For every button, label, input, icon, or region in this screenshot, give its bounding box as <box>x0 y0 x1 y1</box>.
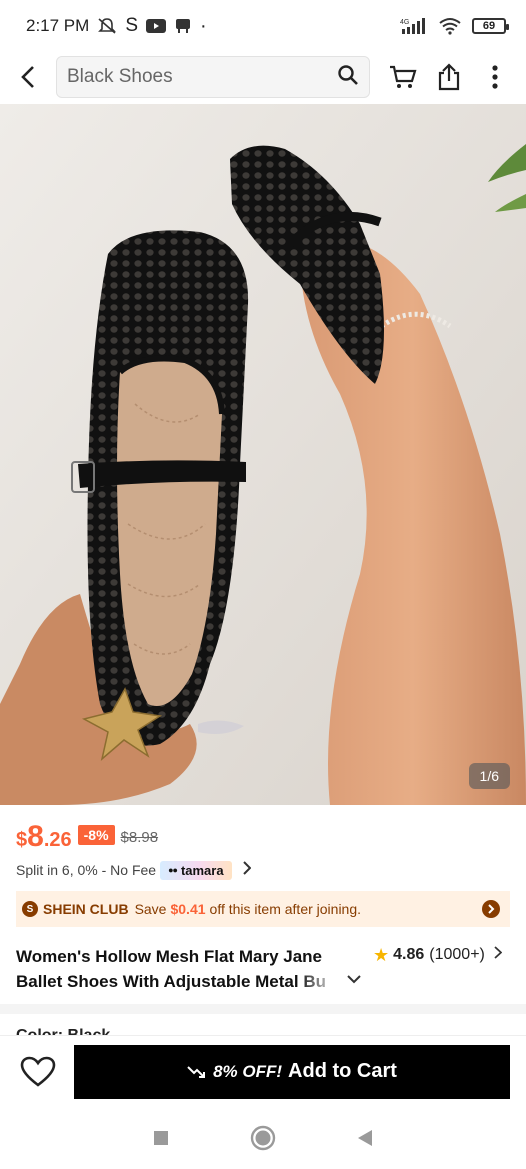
system-nav-bar <box>0 1107 526 1169</box>
status-time: 2:17 PM <box>26 16 90 35</box>
recents-button[interactable] <box>141 1118 181 1158</box>
add-to-cart-button[interactable]: 8% OFF! Add to Cart <box>74 1044 510 1099</box>
star-icon: ★ <box>373 945 390 965</box>
store-icon <box>174 18 192 34</box>
product-title[interactable]: Women's Hollow Mesh Flat Mary Jane Balle… <box>16 944 361 994</box>
signal-icon: 4G <box>398 17 428 35</box>
status-bar: 2:17 PM S · 4G 69 <box>0 0 526 52</box>
tamara-label: tamara <box>180 862 224 878</box>
more-notifications-dot-icon: · <box>200 14 207 37</box>
tamara-badge: ●● tamara <box>160 860 232 880</box>
discount-badge: -8% <box>77 825 115 845</box>
price-currency: $ <box>16 829 28 851</box>
trend-down-icon <box>187 1065 206 1078</box>
shein-club-banner[interactable]: S SHEIN CLUB Save $0.41 off this item af… <box>16 891 510 927</box>
system-back-button[interactable] <box>345 1118 385 1158</box>
youtube-icon <box>146 19 166 33</box>
club-save-amount: $0.41 <box>170 901 206 917</box>
more-options-button[interactable] <box>472 54 518 100</box>
back-button[interactable] <box>0 52 56 102</box>
product-title-row: Women's Hollow Mesh Flat Mary Jane Balle… <box>16 944 516 994</box>
club-name: SHEIN CLUB <box>43 901 129 917</box>
product-title-text: Women's Hollow Mesh Flat Mary Jane Balle… <box>16 947 326 991</box>
cart-button[interactable] <box>380 54 426 100</box>
nav-actions <box>380 54 518 100</box>
home-button[interactable] <box>243 1118 283 1158</box>
installments-text: Split in 6, 0% - No Fee <box>16 862 157 878</box>
wifi-icon <box>438 17 462 35</box>
share-button[interactable] <box>426 54 472 100</box>
club-save-prefix: Save <box>134 901 167 917</box>
search-input[interactable]: Black Shoes <box>56 56 370 98</box>
mute-notifications-icon <box>97 17 117 35</box>
image-page-indicator: 1/6 <box>468 763 510 789</box>
chevron-down-icon[interactable] <box>347 967 361 992</box>
battery-icon: 69 <box>472 18 509 34</box>
club-save-suffix: off this item after joining. <box>209 901 362 917</box>
cart-icon <box>390 65 417 88</box>
network-type: 4G <box>400 19 409 26</box>
price-decimal: .26 <box>43 829 72 851</box>
status-left: 2:17 PM S · <box>26 15 207 38</box>
more-vertical-icon <box>492 65 498 89</box>
s-app-icon: S <box>125 15 138 36</box>
status-right: 4G 69 <box>398 17 509 35</box>
product-photo <box>0 104 526 805</box>
club-logo-icon: S <box>22 901 38 917</box>
wishlist-button[interactable] <box>16 1050 60 1094</box>
cart-promo: 8% OFF! <box>213 1061 283 1081</box>
search-query: Black Shoes <box>67 66 173 87</box>
arrow-back-icon <box>21 66 34 88</box>
chevron-right-icon <box>494 946 503 964</box>
chevron-right-icon <box>242 860 251 880</box>
price-row: $ 8 .26 -8% $8.98 <box>16 820 158 854</box>
price-integer: 8 <box>27 820 44 853</box>
home-circle-icon <box>250 1125 276 1151</box>
cart-label: Add to Cart <box>288 1060 397 1082</box>
rating-value: 4.86 <box>393 946 425 963</box>
title-fade <box>299 969 339 994</box>
product-image-carousel[interactable]: 1/6 <box>0 104 526 805</box>
review-count: (1000+) <box>429 946 485 963</box>
tamara-logo-icon: ●● <box>168 865 178 875</box>
top-nav: Black Shoes <box>0 52 526 102</box>
back-triangle-icon <box>358 1130 372 1146</box>
color-section-label[interactable]: Color: Black <box>16 1022 110 1036</box>
search-icon[interactable] <box>337 64 359 91</box>
installments-row[interactable]: Split in 6, 0% - No Fee ●● tamara <box>16 860 251 880</box>
club-arrow-icon[interactable] <box>482 900 500 918</box>
original-price: $8.98 <box>120 829 159 846</box>
bottom-action-bar: 8% OFF! Add to Cart <box>0 1035 526 1107</box>
recents-square-icon <box>154 1131 168 1145</box>
share-icon <box>438 63 460 91</box>
section-divider <box>0 1004 526 1014</box>
heart-icon <box>20 1056 56 1087</box>
rating-summary[interactable]: ★ 4.86 (1000+) <box>373 944 503 994</box>
